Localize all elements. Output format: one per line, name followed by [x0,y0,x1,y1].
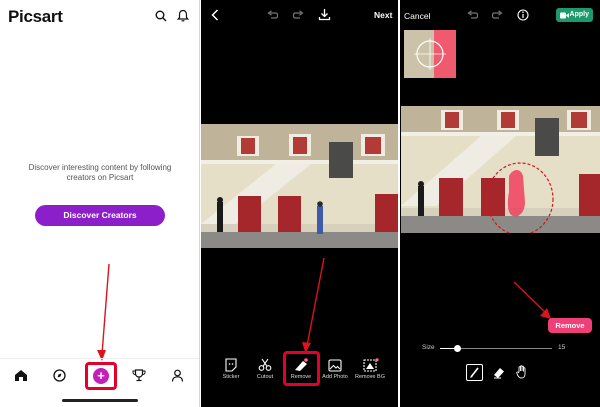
info-icon[interactable] [517,9,529,21]
picsart-logo: Picsart [8,7,63,26]
tool-label: Add Photo [322,374,348,380]
add-photo-icon [328,359,342,372]
brush-preview-thumbnail [404,30,456,78]
download-icon[interactable] [318,8,331,21]
video-icon [560,12,569,18]
size-value: 15 [558,344,566,351]
profile-icon[interactable] [171,369,184,382]
discover-creators-button[interactable]: Discover Creators [35,205,165,226]
editor-photo [201,124,398,248]
cancel-button[interactable]: Cancel [404,11,430,21]
back-icon[interactable] [211,9,219,21]
remove-bg-icon [363,358,379,372]
tool-label: Cutout [256,374,274,380]
empty-feed-message: Discover interesting content by followin… [28,163,172,182]
apply-label: Apply [569,11,589,18]
scissors-icon [258,358,272,371]
remove-button[interactable]: Remove [548,318,592,333]
create-button-highlight: + [85,362,117,390]
tool-label: Sticker [222,374,240,380]
sticker-icon [225,358,237,372]
next-button[interactable]: Next [374,10,392,20]
tool-remove[interactable]: Remove [284,358,318,380]
eraser-icon[interactable] [492,366,505,379]
undo-icon[interactable] [267,10,279,20]
redo-icon[interactable] [292,10,304,20]
size-slider[interactable] [440,345,552,352]
annotation-arrow [97,263,110,361]
compass-icon[interactable] [53,369,66,382]
picsart-home-screen: Picsart Discover interesting content by … [0,0,200,407]
editor-screen: Next Sticker Cutout Remove Add Photo Rem… [201,0,398,407]
size-slider-knob[interactable] [453,345,461,352]
bell-icon[interactable] [177,9,189,22]
home-indicator [62,399,138,402]
apply-button[interactable]: Apply [556,8,593,22]
tool-label: Remove [290,374,312,380]
annotation-arrow [302,257,325,353]
home-icon[interactable] [14,369,28,382]
tool-label: Remove BG [355,374,385,380]
size-label: Size [422,344,435,351]
street-scene-image [201,124,398,248]
eraser-icon [295,358,308,371]
tool-cutout[interactable]: Cutout [248,358,282,380]
trophy-icon[interactable] [132,369,146,382]
search-icon[interactable] [155,10,167,22]
redo-icon[interactable] [491,10,503,20]
tool-sticker[interactable]: Sticker [214,358,248,380]
tool-add-photo[interactable]: Add Photo [318,358,352,380]
brush-icon[interactable] [469,366,481,379]
remove-tool-screen: Cancel Apply Remove Size 15 [400,0,600,407]
undo-icon[interactable] [467,10,479,20]
plus-icon[interactable]: + [93,368,109,384]
editing-photo [401,106,600,233]
annotation-arrow [513,281,551,319]
tool-remove-bg[interactable]: Remove BG [353,358,387,380]
street-scene-image [401,106,600,233]
hand-icon[interactable] [516,365,528,379]
